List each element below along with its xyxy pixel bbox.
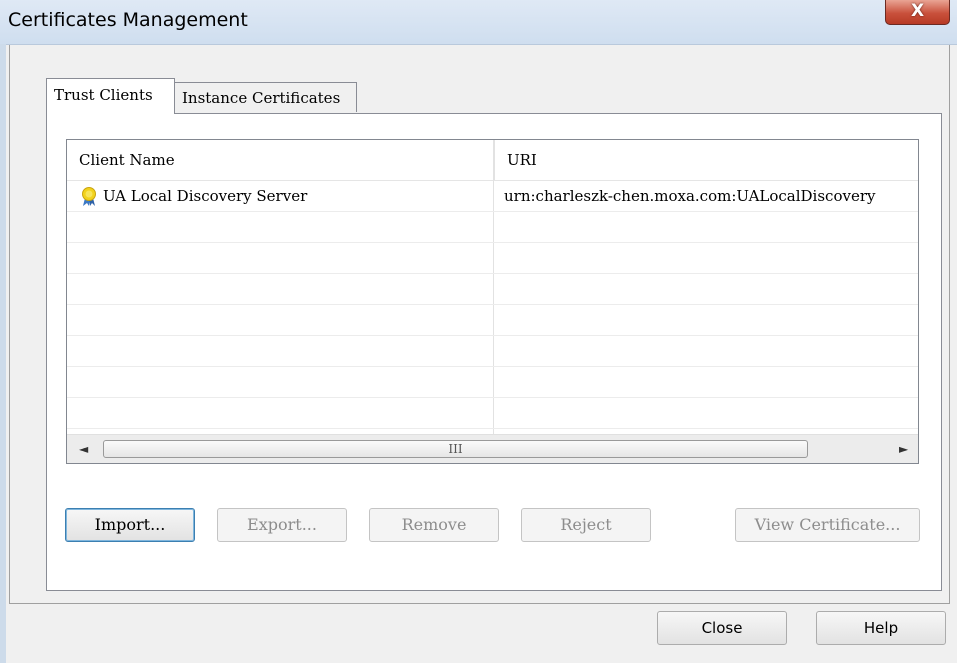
close-icon: X xyxy=(910,1,925,21)
grip-icon: III xyxy=(448,442,463,456)
client-list[interactable]: Client Name URI UA Local Discovery Serve… xyxy=(66,139,919,464)
window-left-border xyxy=(0,44,6,663)
table-row xyxy=(67,274,918,305)
tab-trust-clients[interactable]: Trust Clients xyxy=(46,78,175,114)
help-button[interactable]: Help xyxy=(816,611,946,645)
certificate-icon xyxy=(80,187,98,207)
table-row xyxy=(67,305,918,336)
column-header-client-name[interactable]: Client Name xyxy=(67,140,493,180)
scroll-left-arrow-icon[interactable]: ◄ xyxy=(79,442,88,456)
title-bar: Certificates Management X xyxy=(0,0,957,45)
table-row[interactable]: UA Local Discovery Server urn:charleszk-… xyxy=(67,181,918,212)
column-header-uri[interactable]: URI xyxy=(494,140,918,180)
close-button[interactable]: Close xyxy=(657,611,787,645)
view-certificate-button[interactable]: View Certificate... xyxy=(735,508,920,542)
table-row xyxy=(67,398,918,429)
table-row xyxy=(67,212,918,243)
scrollbar-thumb[interactable]: III xyxy=(103,440,808,458)
table-row xyxy=(67,336,918,367)
window-close-button[interactable]: X xyxy=(885,0,950,25)
cell-uri: urn:charleszk-chen.moxa.com:UALocalDisco… xyxy=(504,187,876,205)
horizontal-scrollbar[interactable]: ◄ III ► xyxy=(67,434,918,463)
scroll-right-arrow-icon[interactable]: ► xyxy=(899,442,908,456)
export-button[interactable]: Export... xyxy=(217,508,347,542)
table-row xyxy=(67,367,918,398)
table-row xyxy=(67,243,918,274)
cell-client-name: UA Local Discovery Server xyxy=(103,187,308,205)
remove-button[interactable]: Remove xyxy=(369,508,499,542)
import-button[interactable]: Import... xyxy=(65,508,195,542)
tab-instance-certificates[interactable]: Instance Certificates xyxy=(174,82,357,112)
reject-button[interactable]: Reject xyxy=(521,508,651,542)
window-title: Certificates Management xyxy=(8,9,248,31)
